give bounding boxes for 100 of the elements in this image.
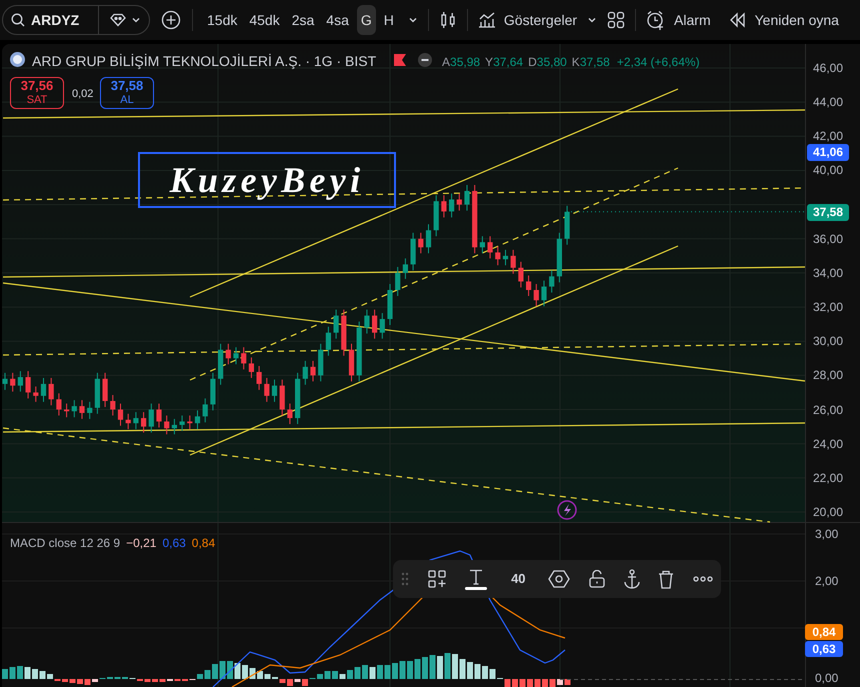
candle bbox=[518, 261, 524, 288]
candle bbox=[256, 366, 262, 390]
minus-circle-icon[interactable] bbox=[418, 53, 432, 67]
trash-icon[interactable] bbox=[658, 570, 674, 588]
histogram-bar bbox=[84, 679, 90, 685]
histogram-bar bbox=[32, 669, 38, 679]
histogram-bar bbox=[520, 679, 526, 687]
candle bbox=[126, 413, 131, 430]
candle bbox=[94, 372, 100, 414]
anchor-icon[interactable] bbox=[624, 569, 640, 589]
candle bbox=[187, 415, 192, 430]
macd-badge: 0,63 bbox=[805, 641, 843, 657]
candle bbox=[441, 194, 446, 218]
alarm-button[interactable]: Alarm bbox=[646, 10, 711, 30]
histogram-bar bbox=[347, 670, 353, 679]
price-axis-label: 30,00 bbox=[813, 334, 844, 348]
interval-tab[interactable]: 4sa bbox=[322, 5, 353, 35]
candle bbox=[56, 392, 62, 416]
price-axis-label: 36,00 bbox=[813, 232, 844, 246]
candle bbox=[64, 403, 70, 418]
font-size-button[interactable]: 40 bbox=[507, 569, 530, 589]
candle bbox=[395, 266, 400, 296]
candle bbox=[148, 403, 154, 434]
histogram-bar bbox=[384, 665, 390, 679]
price-axis-label: 44,00 bbox=[813, 95, 844, 110]
candle bbox=[287, 403, 292, 425]
candle bbox=[534, 284, 539, 307]
candle bbox=[541, 280, 547, 307]
symbol-search-field[interactable]: ARDYZ bbox=[2, 5, 150, 35]
more-icon[interactable] bbox=[692, 576, 713, 582]
caret-icon[interactable] bbox=[408, 16, 418, 24]
candle bbox=[295, 372, 300, 425]
candle bbox=[48, 377, 54, 406]
interval-tab[interactable]: H bbox=[380, 5, 398, 35]
candle bbox=[372, 309, 378, 340]
candle bbox=[348, 343, 354, 382]
candle bbox=[156, 403, 162, 428]
histogram-bar bbox=[204, 670, 210, 679]
plus-circle-icon bbox=[161, 10, 181, 30]
macd-axis-label: 2,00 bbox=[815, 574, 838, 588]
symbol-text: ARDYZ bbox=[31, 10, 80, 30]
candle bbox=[418, 232, 424, 254]
histogram-bar bbox=[370, 667, 376, 679]
histogram-bar bbox=[340, 674, 346, 679]
add-symbol-button[interactable] bbox=[160, 9, 182, 31]
candle bbox=[464, 184, 470, 212]
histogram-bar bbox=[212, 664, 218, 679]
candle bbox=[233, 346, 239, 365]
histogram-bar bbox=[280, 679, 286, 683]
histogram-bar bbox=[332, 671, 338, 679]
candle bbox=[102, 372, 108, 408]
candle bbox=[10, 372, 16, 392]
add-template-icon[interactable] bbox=[428, 570, 446, 588]
chart-title: ARD GRUP BİLİŞİM TEKNOLOJİLERİ A.Ş. · 1G · BIST bbox=[32, 52, 376, 71]
candle bbox=[241, 346, 246, 370]
replay-button[interactable]: Yeniden oyna bbox=[728, 10, 839, 30]
text-annotation: KuzeyBeyi bbox=[138, 152, 396, 208]
caret-icon[interactable] bbox=[587, 16, 598, 24]
spread-value: 0,02 bbox=[72, 87, 94, 102]
histogram-bar bbox=[324, 671, 330, 679]
candle bbox=[510, 249, 516, 274]
price-axis-label: 40,00 bbox=[813, 163, 844, 178]
macd-axis-label: 0,00 bbox=[815, 671, 838, 685]
indicator-value: 0,84 bbox=[192, 535, 216, 552]
candle bbox=[110, 394, 116, 416]
histogram-bar bbox=[2, 669, 8, 679]
candle bbox=[280, 379, 285, 416]
ohlc-value: Y37,64 bbox=[485, 54, 524, 71]
sell-button[interactable]: 37,56 SAT bbox=[10, 77, 64, 109]
lightning-icon[interactable] bbox=[557, 500, 577, 520]
ohlc-value: K37,58 bbox=[572, 54, 610, 71]
interval-tab[interactable]: 2sa bbox=[288, 5, 318, 35]
layout-grid-icon[interactable] bbox=[607, 11, 626, 29]
histogram-bar bbox=[452, 654, 458, 679]
interval-tab[interactable]: 15dk bbox=[203, 5, 242, 35]
candle bbox=[210, 372, 216, 411]
interval-tab[interactable]: G bbox=[356, 5, 376, 35]
unlock-icon[interactable] bbox=[588, 570, 605, 588]
candle bbox=[218, 343, 224, 386]
histogram-bar bbox=[467, 662, 473, 679]
histogram-bar bbox=[70, 679, 76, 683]
candle bbox=[410, 232, 416, 271]
buy-button[interactable]: 37,58 AL bbox=[100, 77, 154, 109]
indicators-button[interactable]: Göstergeler bbox=[478, 10, 578, 30]
candle bbox=[387, 284, 393, 326]
histogram-bar bbox=[152, 679, 158, 682]
candle bbox=[72, 400, 77, 418]
candlestick-icon[interactable] bbox=[438, 10, 457, 30]
candle bbox=[456, 193, 462, 212]
price-axis-label: 24,00 bbox=[813, 436, 844, 451]
histogram-bar bbox=[362, 665, 368, 679]
candle bbox=[141, 412, 146, 434]
macd-axis-label: 3,00 bbox=[815, 527, 838, 541]
price-axis-label: 32,00 bbox=[813, 300, 844, 314]
ohlc-value: D35,80 bbox=[528, 54, 567, 71]
histogram-bar bbox=[24, 667, 30, 679]
hexagon-settings-icon[interactable] bbox=[548, 570, 570, 588]
ohlc-value: A35,98 bbox=[442, 54, 480, 71]
histogram-bar bbox=[444, 653, 450, 679]
interval-tab[interactable]: 45dk bbox=[245, 5, 284, 35]
